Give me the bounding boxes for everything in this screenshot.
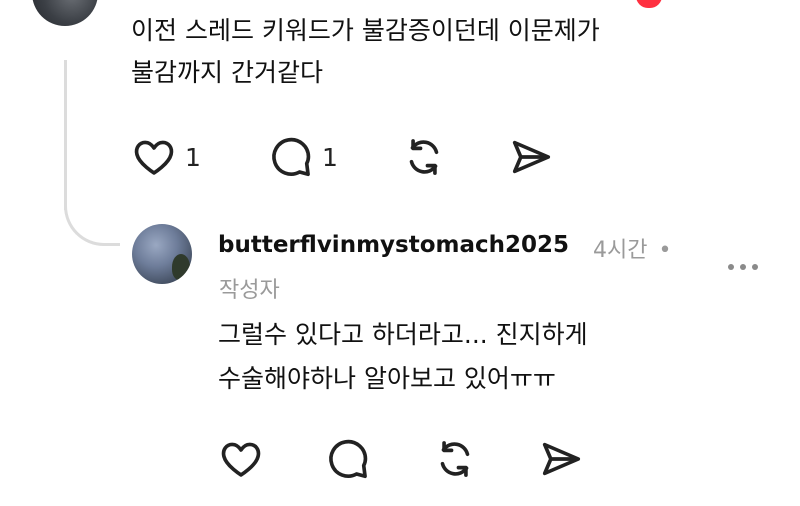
more-options-button[interactable] (728, 264, 758, 270)
thread-curve (64, 190, 120, 246)
parent-comment-line-2: 불감까지 간거같다 (131, 58, 323, 87)
repost-icon (401, 134, 447, 180)
more-icon (728, 264, 734, 270)
author-badge: 작성자 (219, 278, 280, 303)
reply-repost-button[interactable] (432, 436, 478, 482)
parent-like-button[interactable]: 1 (131, 134, 201, 180)
like-badge-icon (636, 0, 662, 8)
meta-separator: • (658, 238, 672, 263)
comment-icon (325, 436, 371, 482)
reply-time: 4시간 • (593, 232, 671, 264)
parent-repost-button[interactable] (401, 134, 447, 180)
reply-share-button[interactable] (538, 436, 584, 482)
parent-share-button[interactable] (508, 134, 554, 180)
reply-comment-button[interactable] (325, 436, 371, 482)
share-icon (538, 436, 584, 482)
thread-line (64, 60, 67, 210)
parent-like-count: 1 (185, 142, 201, 172)
parent-comment-button[interactable]: 1 (268, 134, 338, 180)
reply-avatar[interactable] (132, 224, 192, 284)
parent-reply-count: 1 (322, 142, 338, 172)
reply-line-1: 그럴수 있다고 하더라고... 진지하게 (218, 320, 588, 349)
reply-like-button[interactable] (218, 436, 264, 482)
heart-icon (218, 436, 264, 482)
reply-time-label: 4시간 (593, 238, 648, 263)
reply-username[interactable]: butterflvinmystomach2025 (218, 232, 569, 258)
reply-line-2: 수술해야하나 알아보고 있어ㅠㅠ (218, 364, 556, 393)
comment-icon (268, 134, 314, 180)
avatar-foliage (172, 254, 190, 280)
parent-comment-line-1: 이전 스레드 키워드가 불감증이던데 이문제가 (131, 16, 600, 45)
share-icon (508, 134, 554, 180)
heart-icon (131, 134, 177, 180)
repost-icon (432, 436, 478, 482)
parent-avatar[interactable] (32, 0, 98, 26)
